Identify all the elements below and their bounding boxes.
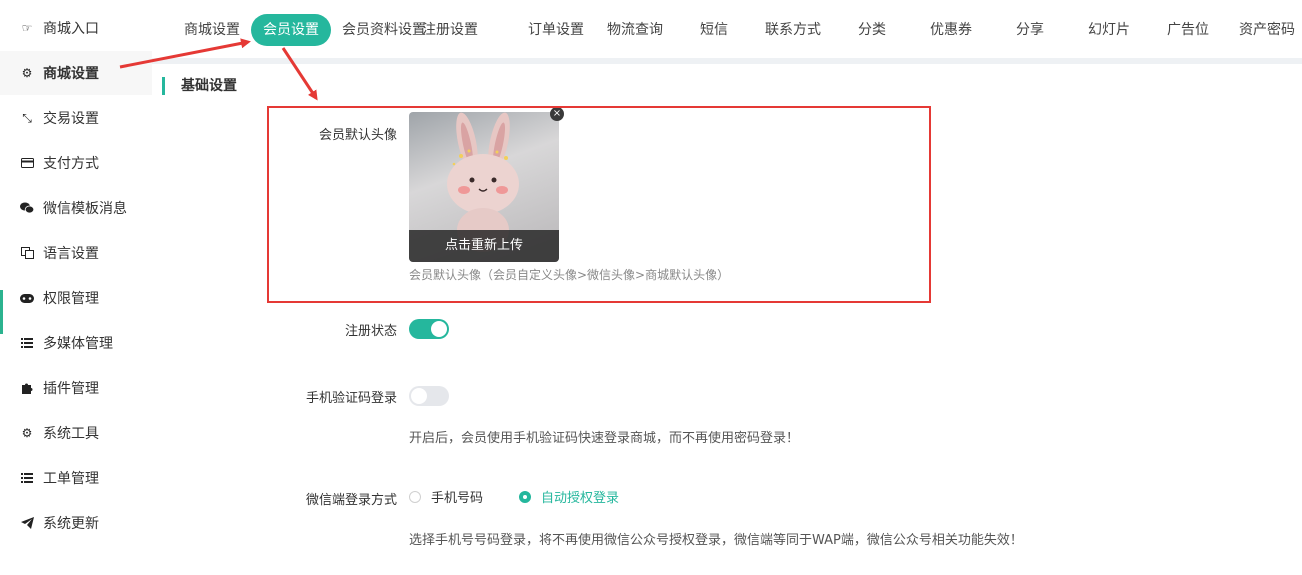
sidebar-item-language[interactable]: 语言设置: [0, 231, 152, 275]
gear-icon: ⚙: [21, 66, 33, 80]
default-avatar-image[interactable]: 点击重新上传: [409, 112, 559, 262]
sidebar-item-media[interactable]: 多媒体管理: [0, 321, 152, 365]
wechat-login-label: 微信端登录方式: [305, 493, 397, 508]
tab-asset-password[interactable]: 资产密码: [1239, 14, 1295, 46]
credit-card-icon: [20, 156, 34, 170]
radio-button[interactable]: [409, 490, 421, 503]
gamepad-icon: [20, 291, 34, 305]
tab-ad-slot[interactable]: 广告位: [1167, 14, 1209, 46]
list-icon: [20, 336, 34, 350]
remove-avatar-close-icon[interactable]: ×: [550, 107, 564, 121]
tab-category[interactable]: 分类: [858, 14, 886, 46]
sidebar-item-label: 权限管理: [43, 291, 99, 307]
avatar-label: 会员默认头像: [318, 128, 397, 143]
sidebar-item-label: 支付方式: [43, 156, 99, 172]
tab-register-settings[interactable]: 注册设置: [422, 14, 478, 46]
avatar-hint: 会员默认头像（会员自定义头像>微信头像>商城默认头像）: [409, 268, 730, 282]
sidebar-item-label: 商城设置: [43, 66, 99, 82]
settings-tab-bar: 商城设置 会员设置 会员资料设置 注册设置 订单设置 物流查询 短信 联系方式 …: [152, 0, 1302, 64]
toggle-knob: [431, 321, 447, 337]
gear-icon: ⚙: [21, 426, 33, 440]
register-status-toggle[interactable]: [409, 319, 449, 339]
radio-option-phone[interactable]: 手机号码: [409, 487, 483, 506]
sidebar-item-system-tools[interactable]: ⚙ 系统工具: [0, 411, 152, 455]
language-icon: [20, 246, 34, 260]
tab-logistics-query[interactable]: 物流查询: [607, 14, 663, 46]
sidebar-item-label: 系统更新: [43, 516, 99, 532]
tab-coupon[interactable]: 优惠券: [930, 14, 972, 46]
radio-option-auto-auth[interactable]: 自动授权登录: [519, 487, 619, 506]
sms-login-toggle[interactable]: [409, 386, 449, 406]
sms-login-label: 手机验证码登录: [305, 391, 397, 406]
sidebar-item-label: 语言设置: [43, 246, 99, 262]
sidebar-item-label: 工单管理: [43, 471, 99, 487]
toggle-knob: [411, 388, 427, 404]
register-status-label: 注册状态: [344, 324, 397, 339]
tab-sms[interactable]: 短信: [700, 14, 728, 46]
hand-point-icon: ☞: [21, 21, 33, 35]
wechat-login-hint: 选择手机号号码登录，将不再使用微信公众号授权登录，微信端等同于WAP端，微信公众…: [409, 533, 1023, 548]
section-title: 基础设置: [162, 77, 237, 95]
compress-arrows-icon: ⤡: [22, 111, 32, 125]
sidebar-item-wechat-template[interactable]: 微信模板消息: [0, 186, 152, 230]
sidebar-item-mall-settings[interactable]: ⚙ 商城设置: [0, 51, 152, 95]
radio-option-label: 自动授权登录: [541, 491, 620, 506]
tab-order-settings[interactable]: 订单设置: [528, 14, 584, 46]
tab-share[interactable]: 分享: [1016, 14, 1044, 46]
radio-option-label: 手机号码: [431, 491, 484, 506]
sidebar-item-trade-settings[interactable]: ⤡ 交易设置: [0, 96, 152, 140]
sidebar-item-label: 多媒体管理: [43, 336, 113, 352]
sidebar-item-system-update[interactable]: 系统更新: [0, 501, 152, 545]
sidebar-item-label: 插件管理: [43, 381, 99, 397]
sidebar-item-permissions[interactable]: 权限管理: [0, 276, 152, 320]
radio-button-checked[interactable]: [519, 490, 531, 503]
settings-panel: 基础设置 会员默认头像 点击重新上传 × 会员默认头像（会员自定义头像>微信头像…: [152, 64, 1302, 575]
sidebar-item-payment[interactable]: 支付方式: [0, 141, 152, 185]
list-icon: [20, 471, 34, 485]
paper-plane-icon: [20, 516, 34, 530]
sidebar: ☞ 商城入口 ⚙ 商城设置 ⤡ 交易设置 支付方式 微信模板消息 语言设置 权限…: [0, 0, 153, 575]
sms-login-hint: 开启后，会员使用手机验证码快速登录商城，而不再使用密码登录！: [409, 431, 800, 446]
sidebar-item-tickets[interactable]: 工单管理: [0, 456, 152, 500]
sidebar-item-label: 交易设置: [43, 111, 99, 127]
sidebar-item-mall-entry[interactable]: ☞ 商城入口: [0, 6, 152, 50]
sidebar-item-label: 商城入口: [43, 21, 99, 37]
puzzle-icon: [20, 381, 34, 395]
sidebar-item-label: 微信模板消息: [43, 201, 127, 217]
sidebar-item-plugins[interactable]: 插件管理: [0, 366, 152, 410]
tab-mall-settings[interactable]: 商城设置: [184, 14, 240, 46]
sidebar-item-label: 系统工具: [43, 426, 99, 442]
tab-member-profile-settings[interactable]: 会员资料设置: [342, 14, 426, 46]
tab-contact[interactable]: 联系方式: [765, 14, 821, 46]
tab-slideshow[interactable]: 幻灯片: [1088, 14, 1130, 46]
tab-member-settings[interactable]: 会员设置: [251, 14, 331, 46]
reupload-button[interactable]: 点击重新上传: [409, 230, 559, 262]
wechat-icon: [20, 201, 34, 215]
